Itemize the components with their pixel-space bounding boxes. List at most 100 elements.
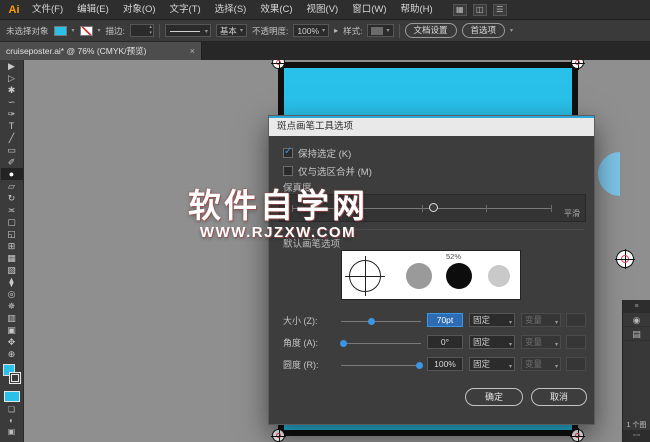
ok-button[interactable]: 确定 [465,388,523,406]
tool-rotate[interactable]: ↻ [1,192,23,204]
style-dropdown[interactable]: ▾ [367,24,394,37]
tool-gradient[interactable]: ▧ [1,264,23,276]
tool-magic-wand[interactable]: ✱ [1,84,23,96]
angle-variation-dropdown: 变量 ▾ [521,335,561,349]
tool-zoom[interactable]: ⊕ [1,348,23,360]
fill-color-swatch[interactable] [53,25,67,36]
menu-help[interactable]: 帮助(H) [395,0,439,20]
keep-selected-checkbox[interactable] [283,146,293,158]
layer-visibility-icon[interactable]: ◉ [623,313,650,327]
fidelity-slider-handle[interactable] [429,203,439,212]
roundness-variation-value [566,357,586,371]
size-slider[interactable] [341,318,421,325]
document-setup-button[interactable]: 文档设置 [404,23,457,38]
document-tab[interactable]: cruiseposter.ai* @ 76% (CMYK/预览) × [0,42,202,60]
tool-blob-brush[interactable]: ● [0,168,23,180]
roundness-slider-handle[interactable] [415,362,423,369]
cancel-button[interactable]: 取消 [531,388,587,406]
stroke-caret-icon[interactable]: ▾ [98,27,101,34]
brush-preview-circle-light [488,265,510,287]
tool-eyedropper[interactable]: ⧫ [1,276,23,288]
default-brush-options-label: 默认画笔选项 [283,239,341,250]
fidelity-group-label: 保真度 [283,183,312,194]
appbar-icons: ▦ ◫ ☰ [452,3,507,16]
brush-preview-circle-black [446,263,472,289]
menu-view[interactable]: 视图(V) [301,0,345,20]
panel-menu-icon[interactable]: ☰ [492,3,507,16]
fill-caret-icon[interactable]: ▾ [72,27,75,34]
panel-header[interactable]: ≡ [623,300,650,313]
control-bar: 未选择对象 ▾ ▾ 描边: ▴ ▾ ▾ 基本 ▾ 不透明度: 100% ▾ ▸ 样式:… [0,20,650,42]
brush-definition-dropdown[interactable]: 基本 ▾ [215,24,247,37]
keep-selected-checkbox-row[interactable]: 保持选定 (K) [283,146,351,160]
controlbar-menu-icon[interactable]: ▾ [510,27,513,34]
tool-eraser[interactable]: ▱ [1,180,23,192]
panel-footer-icons[interactable]: ▫▫▫ [623,430,650,442]
layer-thumbnail-icon[interactable]: ▤ [623,327,650,341]
draw-normal-mode-icon[interactable]: ❏ [2,404,22,415]
tool-paintbrush[interactable]: ✐ [1,156,23,168]
menu-object[interactable]: 对象(O) [117,0,162,20]
roundness-value-input[interactable]: 100% [427,357,463,371]
tool-symbol-sprayer[interactable]: ✵ [1,300,23,312]
size-value-input[interactable]: 70pt [427,313,463,327]
blue-semicircle-shape [598,152,620,196]
fidelity-slider-track[interactable] [292,203,552,212]
registration-mark-bottom-left [271,428,286,442]
menu-window[interactable]: 窗口(W) [346,0,392,20]
merge-only-checkbox-row[interactable]: 仅与选区合并 (M) [283,164,372,178]
tool-blend[interactable]: ◎ [1,288,23,300]
angle-value-input[interactable]: 0° [427,335,463,349]
angle-mode-dropdown[interactable]: 固定 ▾ [469,335,515,349]
dialog-title[interactable]: 斑点画笔工具选项 [269,116,594,136]
stroke-color-swatch[interactable] [79,25,93,36]
opacity-label: 不透明度: [251,25,289,36]
tool-width[interactable]: ≍ [1,204,23,216]
opacity-dropdown[interactable]: 100% ▾ [293,24,330,37]
screen-mode-icon[interactable]: ▣ [2,426,22,437]
tool-lasso[interactable]: ∽ [1,96,23,108]
width-profile-dropdown[interactable]: ▾ [164,24,211,37]
arrange-documents-icon[interactable]: ▦ [452,3,467,16]
tab-close-icon[interactable]: × [190,46,195,56]
tool-line-segment[interactable]: ╱ [1,132,23,144]
angle-slider[interactable] [339,340,421,347]
tool-pen[interactable]: ✑ [1,108,23,120]
tool-perspective-grid[interactable]: ⊞ [1,240,23,252]
workspace-switcher-icon[interactable]: ◫ [472,3,487,16]
size-label: 大小 (Z): [283,316,318,326]
menu-edit[interactable]: 编辑(E) [71,0,115,20]
size-slider-handle[interactable] [368,318,376,325]
angle-variation-value [566,335,586,349]
fill-stroke-widget[interactable] [1,363,23,389]
layers-panel-sliver: ≡ ◉ ▤ 1 个图 ▫▫▫ [622,300,650,442]
fidelity-slider-box: 平滑 [279,194,586,222]
tool-free-transform[interactable]: ▢ [1,216,23,228]
opacity-panel-arrow-icon[interactable]: ▸ [334,26,338,35]
merge-only-checkbox[interactable] [283,166,293,176]
menu-type[interactable]: 文字(T) [164,0,207,20]
tool-type[interactable]: T [1,120,23,132]
roundness-mode-dropdown[interactable]: 固定 ▾ [469,357,515,371]
tool-selection[interactable]: ▶ [1,60,23,72]
tool-artboard[interactable]: ▣ [1,324,23,336]
roundness-slider[interactable] [341,362,423,369]
layers-count-label: 1 个图 [626,422,647,429]
tool-rectangle[interactable]: ▭ [1,144,23,156]
menu-select[interactable]: 选择(S) [209,0,253,20]
menu-file[interactable]: 文件(F) [26,0,69,20]
blob-brush-options-dialog: 斑点画笔工具选项 保持选定 (K) 仅与选区合并 (M) 保真度 平滑 默认画笔… [268,115,595,425]
stroke-weight-stepper[interactable]: ▴ ▾ [129,24,154,37]
tool-direct-selection[interactable]: ▷ [1,72,23,84]
preferences-button[interactable]: 首选项 [461,23,506,38]
color-indicator-swatch[interactable] [3,391,20,402]
size-mode-dropdown[interactable]: 固定 ▾ [469,313,515,327]
tool-column-graph[interactable]: ▥ [1,312,23,324]
tool-mesh[interactable]: ▦ [1,252,23,264]
menu-effect[interactable]: 效果(C) [254,0,298,20]
tool-shape-builder[interactable]: ◱ [1,228,23,240]
angle-slider-handle[interactable] [339,340,347,347]
tool-hand[interactable]: ✥ [1,336,23,348]
stroke-swatch[interactable] [8,372,21,384]
draw-behind-mode-icon[interactable]: ◐ [2,415,22,426]
